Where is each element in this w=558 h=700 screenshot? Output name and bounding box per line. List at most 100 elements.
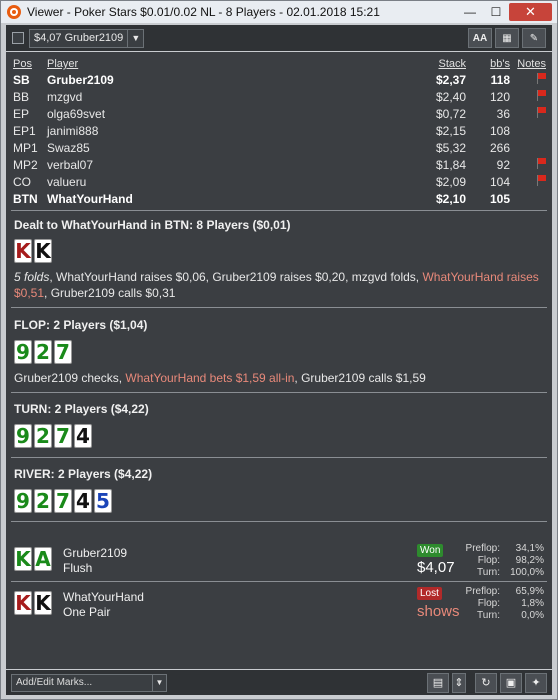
header-bbs[interactable]: bb's — [466, 57, 510, 71]
hand-replay-panel: Pos Player Stack bb's Notes SB Gruber2109… — [6, 52, 552, 669]
player-notes[interactable] — [510, 139, 546, 156]
spinner-icon[interactable]: ⇕ — [452, 672, 466, 693]
hand-checkbox[interactable] — [12, 32, 24, 44]
playing-card: K — [14, 239, 32, 263]
player-bbs: 266 — [489, 140, 510, 155]
maximize-button[interactable]: ☐ — [483, 3, 509, 21]
hero-action-highlight: WhatYourHand bets $1,59 all-in — [125, 371, 295, 385]
header-pos[interactable]: Pos — [13, 57, 47, 71]
marks-placeholder: Add/Edit Marks... — [16, 677, 93, 688]
header-stack[interactable]: Stack — [406, 57, 466, 71]
edit-icon[interactable]: ✎ — [522, 28, 546, 48]
viewer-window: Viewer - Poker Stars $0.01/0.02 NL - 8 P… — [0, 0, 558, 700]
minimize-button[interactable]: — — [457, 3, 483, 21]
player-notes[interactable] — [510, 88, 546, 105]
hand-selector-value: $4,07 Gruber2109 — [34, 32, 124, 44]
preflop-actions: 5 folds, WhatYourHand raises $0,06, Grub… — [14, 269, 542, 301]
player-row[interactable]: MP2 verbal07 $1,84 92 — [13, 156, 546, 173]
divider — [11, 521, 547, 522]
hero-cards: KK — [14, 239, 52, 263]
playing-card: 2 — [34, 340, 52, 364]
playing-card: 7 — [54, 424, 72, 448]
note-flag-icon[interactable] — [536, 72, 546, 84]
player-stack: $2,37 — [435, 72, 466, 87]
loser-name: WhatYourHand — [63, 590, 144, 604]
player-notes[interactable] — [510, 190, 546, 207]
flop-action-part: Gruber2109 checks, — [14, 371, 126, 385]
equity-value: 34,1% — [515, 543, 544, 554]
playing-card: 2 — [34, 424, 52, 448]
player-stack: $2,40 — [435, 89, 466, 104]
player-bbs: 36 — [496, 106, 510, 121]
preflop-action-part: , WhatYourHand raises $0,06, Gruber2109 … — [49, 270, 423, 284]
winner-name: Gruber2109 — [63, 546, 128, 560]
player-pos: MP2 — [13, 157, 38, 172]
player-name: mzgvd — [47, 89, 83, 104]
loser-cards: KK — [14, 591, 52, 615]
player-pos: CO — [13, 174, 31, 189]
playing-card: A — [34, 547, 52, 571]
divider — [11, 392, 547, 393]
player-row[interactable]: SB Gruber2109 $2,37 118 — [13, 71, 546, 88]
playing-card: 9 — [14, 489, 32, 513]
flop-cards: 927 — [14, 340, 72, 364]
player-stack: $2,15 — [435, 123, 466, 138]
bottom-toolbar: Add/Edit Marks... ▼ ▤ ⇕ ↻ ▣ ✦ — [6, 670, 552, 695]
equity-label: Preflop: — [465, 586, 500, 597]
player-name: olga69svet — [47, 106, 106, 121]
window-title: Viewer - Poker Stars $0.01/0.02 NL - 8 P… — [27, 5, 380, 19]
close-button[interactable]: ✕ — [509, 3, 552, 21]
divider — [11, 210, 547, 211]
player-stack: $0,72 — [435, 106, 466, 121]
player-row[interactable]: EP olga69svet $0,72 36 — [13, 105, 546, 122]
player-notes[interactable] — [510, 71, 546, 88]
playing-card: K — [14, 591, 32, 615]
header-notes[interactable]: Notes — [510, 57, 546, 71]
won-badge: Won — [417, 544, 444, 557]
note-flag-icon[interactable] — [536, 89, 546, 101]
player-name: verbal07 — [47, 157, 94, 172]
player-bbs: 104 — [489, 174, 510, 189]
player-stack: $2,09 — [435, 174, 466, 189]
player-row[interactable]: EP1 janimi888 $2,15 108 — [13, 122, 546, 139]
player-stack: $2,10 — [435, 191, 466, 206]
player-notes[interactable] — [510, 173, 546, 190]
font-size-button[interactable]: AA — [468, 28, 492, 48]
twitter-icon[interactable]: ✦ — [525, 672, 547, 693]
winner-equity: Preflop: 34,1% Flop: 98,2% Turn: 100,0% — [452, 543, 544, 579]
equity-value: 1,8% — [521, 598, 544, 609]
player-row[interactable]: MP1 Swaz85 $5,32 266 — [13, 139, 546, 156]
player-notes[interactable] — [510, 156, 546, 173]
replay-icon[interactable]: ↻ — [475, 672, 497, 693]
chevron-down-icon[interactable]: ▼ — [127, 29, 143, 47]
equity-value: 65,9% — [515, 586, 544, 597]
player-row[interactable]: BTN WhatYourHand $2,10 105 — [13, 190, 546, 207]
player-row[interactable]: CO valueru $2,09 104 — [13, 173, 546, 190]
note-flag-icon[interactable] — [536, 174, 546, 186]
player-row[interactable]: BB mzgvd $2,40 120 — [13, 88, 546, 105]
header-player[interactable]: Player — [47, 57, 406, 71]
player-name: Gruber2109 — [47, 72, 114, 87]
player-pos: EP — [13, 106, 30, 121]
save-icon[interactable]: ▣ — [500, 672, 522, 693]
hand-selector[interactable]: $4,07 Gruber2109 ▼ — [29, 28, 145, 48]
chevron-down-icon[interactable]: ▼ — [152, 674, 166, 691]
lost-badge: Lost — [417, 587, 442, 600]
player-name: janimi888 — [47, 123, 99, 138]
calendar-icon[interactable]: ▤ — [427, 672, 449, 693]
marks-selector[interactable]: Add/Edit Marks... ▼ — [11, 673, 167, 692]
player-notes[interactable] — [510, 122, 546, 139]
players-table: Pos Player Stack bb's Notes SB Gruber2109… — [13, 57, 546, 207]
note-flag-icon[interactable] — [536, 106, 546, 118]
player-stack: $1,84 — [435, 157, 466, 172]
grid-icon[interactable]: ▦ — [495, 28, 519, 48]
player-name: WhatYourHand — [47, 191, 133, 206]
equity-label: Turn: — [477, 567, 500, 578]
player-bbs: 120 — [489, 89, 510, 104]
player-notes[interactable] — [510, 105, 546, 122]
turn-cards: 9274 — [14, 424, 92, 448]
playing-card: K — [34, 239, 52, 263]
note-flag-icon[interactable] — [536, 157, 546, 169]
river-cards: 92745 — [14, 489, 112, 513]
player-name: valueru — [47, 174, 87, 189]
